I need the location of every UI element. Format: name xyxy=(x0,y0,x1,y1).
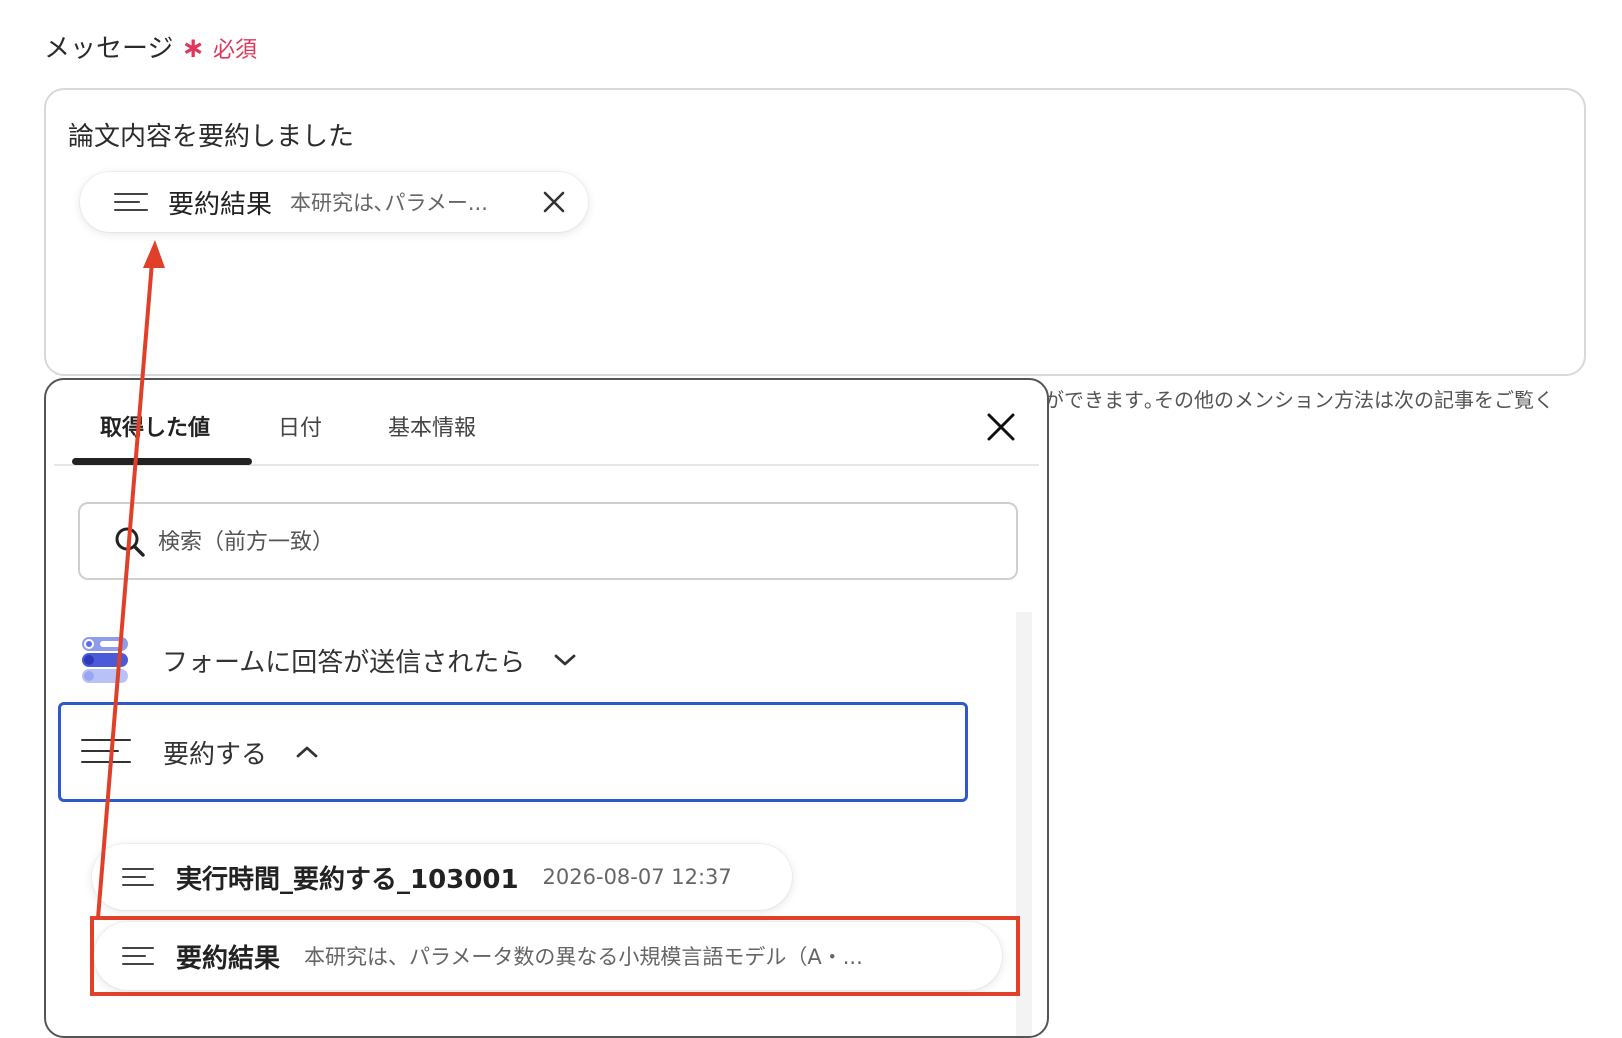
item-name: 要約結果 xyxy=(176,943,281,974)
close-icon[interactable] xyxy=(540,188,568,216)
group-form-trigger[interactable]: フォームに回答が送信されたら xyxy=(80,620,980,700)
text-lines-icon xyxy=(114,191,148,213)
required-text: 必須 xyxy=(212,38,257,63)
item-value: 本研究は、パラメータ数の異なる小規模言語モデル（A・... xyxy=(304,945,863,969)
chip-value: 本研究は､パラメー... xyxy=(290,191,488,215)
item-summary-result[interactable]: 要約結果 本研究は、パラメータ数の異なる小規模言語モデル（A・... xyxy=(94,922,1002,990)
group-label: フォームに回答が送信されたら xyxy=(162,647,526,678)
item-execution-time[interactable]: 実行時間_要約する_103001 2026-08-07 12:37 xyxy=(92,844,792,910)
item-value: 2026-08-07 12:37 xyxy=(542,865,732,889)
form-app-icon xyxy=(82,637,128,683)
scrollbar[interactable] xyxy=(1016,612,1032,1036)
search-input[interactable] xyxy=(156,514,1000,570)
search-box xyxy=(78,502,1018,580)
message-text: 論文内容を要約しました xyxy=(68,122,355,152)
message-field-label: メッセージ ∗ 必須 xyxy=(44,28,257,65)
chip-name: 要約結果 xyxy=(168,189,273,220)
mention-hint-text: ができます｡その他のメンション方法は次の記事をご覧く xyxy=(1044,388,1554,412)
tab-date[interactable]: 日付 xyxy=(278,410,322,442)
field-label-text: メッセージ xyxy=(44,34,174,64)
active-tab-indicator xyxy=(72,458,252,465)
group-summarize[interactable]: 要約する xyxy=(58,702,968,802)
tab-basic-info[interactable]: 基本情報 xyxy=(388,410,476,442)
text-lines-icon xyxy=(122,945,156,967)
chevron-up-icon xyxy=(296,746,318,758)
required-asterisk: ∗ xyxy=(181,31,205,64)
text-lines-icon xyxy=(122,866,156,888)
message-textarea[interactable]: 論文内容を要約しました xyxy=(44,88,1586,376)
search-icon xyxy=(115,527,145,557)
group-label: 要約する xyxy=(163,739,268,770)
tab-acquired-values[interactable]: 取得した値 xyxy=(100,410,210,442)
inserted-variable-chip[interactable]: 要約結果 本研究は､パラメー... xyxy=(80,172,588,232)
close-icon[interactable] xyxy=(986,412,1016,442)
text-lines-icon xyxy=(81,737,131,767)
item-name: 実行時間_要約する_103001 xyxy=(176,864,519,895)
chevron-down-icon xyxy=(554,654,576,666)
